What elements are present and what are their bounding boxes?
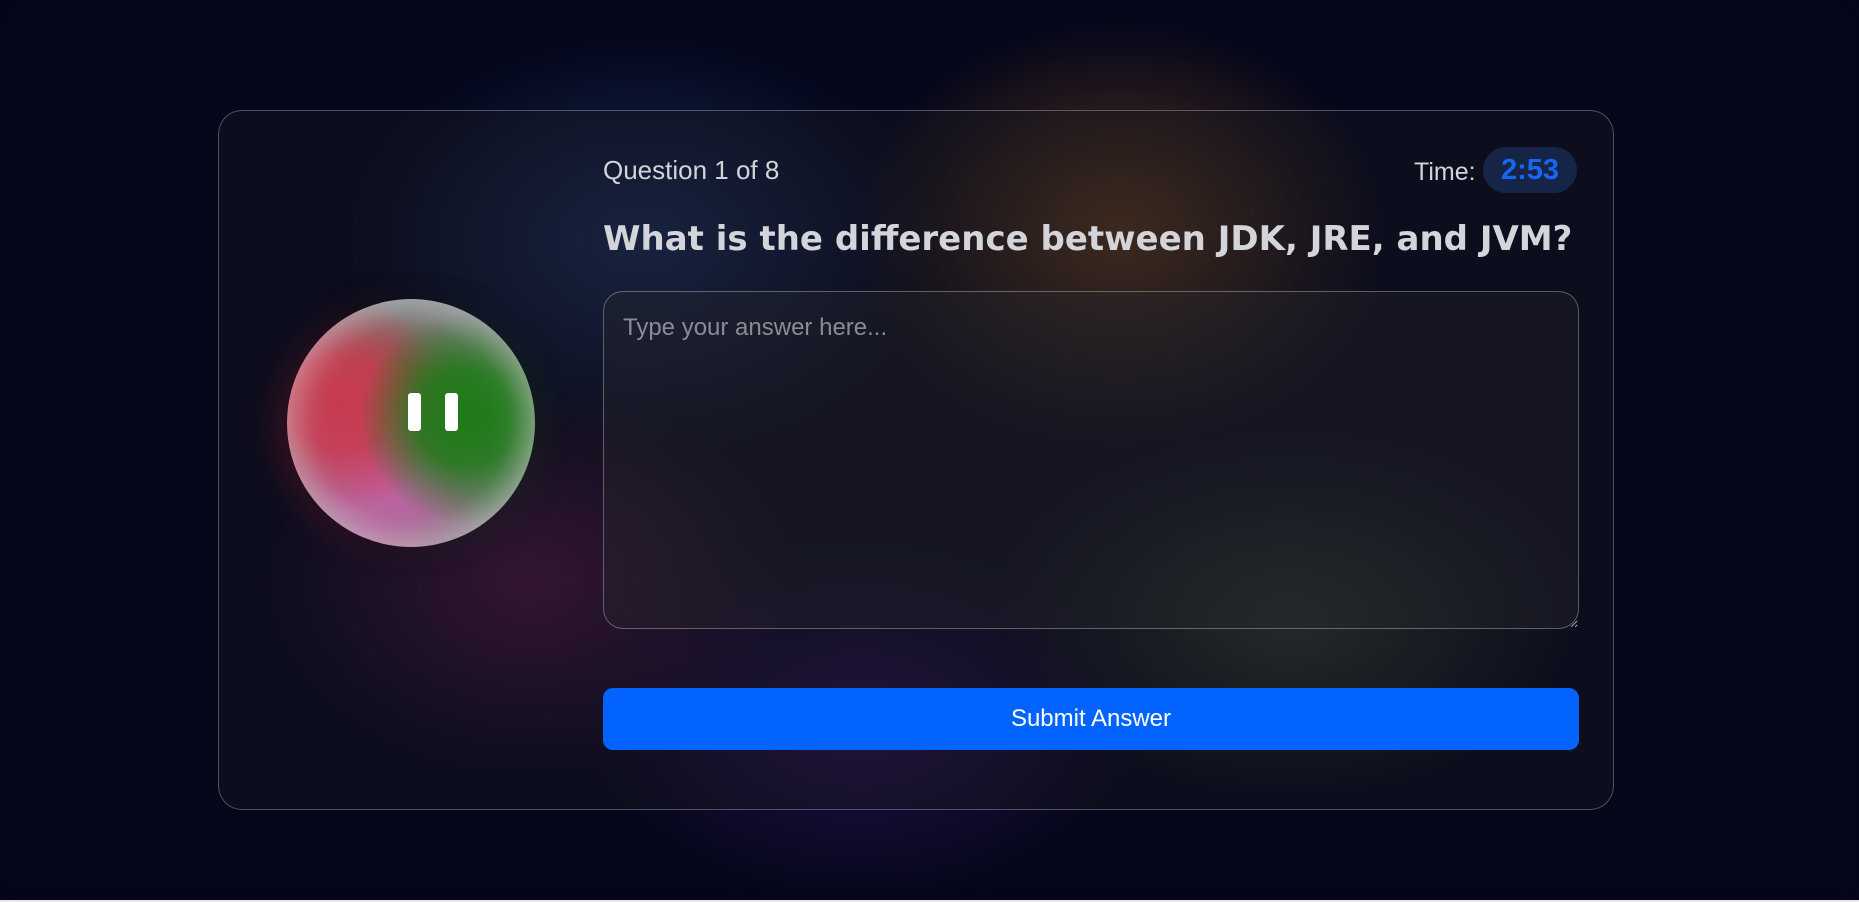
animated-orb-face-icon [287,299,535,547]
answer-input[interactable] [603,291,1579,629]
submit-answer-button[interactable]: Submit Answer [603,688,1579,750]
left-eye-icon [408,393,421,431]
timer-label: Time: [1414,158,1476,186]
question-counter: Question 1 of 8 [603,155,780,185]
question-title: What is the difference between JDK, JRE,… [603,219,1573,259]
quiz-card: Question 1 of 8 Time: 2:53 What is the d… [218,110,1614,810]
right-eye-icon [445,393,458,431]
timer-badge: 2:53 [1483,147,1577,193]
timer-value: 2:53 [1500,153,1560,186]
